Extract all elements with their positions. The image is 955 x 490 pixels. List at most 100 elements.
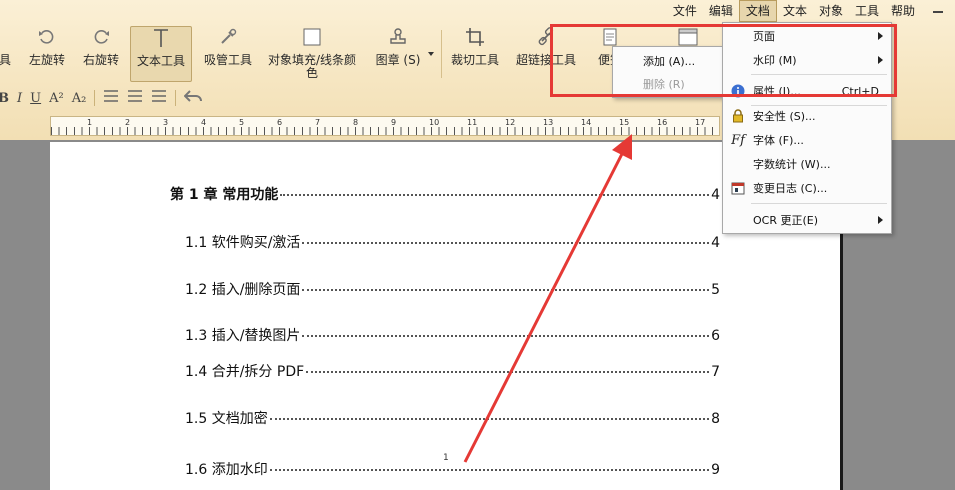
italic-button[interactable]: I: [17, 91, 22, 106]
ruler-number: 13: [543, 118, 554, 127]
menu-separator: [751, 74, 887, 75]
stamp-dropdown-arrow[interactable]: [426, 26, 436, 82]
tool-hand[interactable]: 具: [0, 26, 14, 82]
info-icon: [730, 83, 746, 99]
toc-entry[interactable]: 1.6 添加水印 9: [185, 459, 720, 479]
subscript-button[interactable]: A₂: [72, 91, 87, 106]
toc-title: 1.5 文档加密: [185, 411, 268, 427]
tool-label: 左旋转: [28, 53, 65, 67]
toc-title: 1.1 软件购买/激活: [185, 235, 301, 251]
menu-item-label: 字数统计 (W)...: [753, 158, 831, 171]
note-icon: [599, 26, 621, 48]
menu-file[interactable]: 文件: [667, 1, 703, 21]
menu-item-ocr-correction[interactable]: OCR 更正(E): [723, 209, 891, 231]
tool-label: 文本工具: [136, 54, 185, 68]
lock-icon: [730, 108, 746, 124]
superscript-button[interactable]: A²: [49, 91, 64, 106]
menu-item-label: 水印 (M): [753, 54, 797, 67]
tool-label: 对象填充/线条颜 色: [267, 53, 357, 80]
tool-fill-color[interactable]: 对象填充/线条颜 色: [264, 26, 360, 82]
page-marker: 1: [443, 453, 449, 463]
ruler-number: 14: [581, 118, 592, 127]
toc-page-number: 5: [711, 282, 720, 298]
menu-item-change-log[interactable]: 变更日志 (C)...: [723, 177, 891, 199]
tool-rotate-right[interactable]: 右旋转: [78, 26, 124, 82]
align-center-icon[interactable]: [127, 89, 143, 107]
toc-page-number: 9: [711, 462, 720, 478]
menu-document[interactable]: 文档: [738, 0, 777, 22]
menu-item-pages[interactable]: 页面: [723, 25, 891, 47]
toc-leader: [269, 418, 710, 420]
ruler-number: 15: [619, 118, 630, 127]
menu-bar: 文件 编辑 文档 文本 对象 工具 帮助: [667, 0, 955, 22]
undo-icon[interactable]: [183, 88, 203, 108]
crop-icon: [464, 26, 486, 48]
format-separator: [94, 90, 96, 106]
ruler-ticks: [51, 127, 719, 135]
toolbar-separator: [441, 30, 442, 78]
toc-entry[interactable]: 1.4 合并/拆分 PDF 7: [185, 361, 720, 381]
menu-item-properties[interactable]: 属性 (I)... Ctrl+D: [723, 80, 891, 102]
tool-hyperlink[interactable]: 超链接工具: [512, 26, 580, 82]
document-menu: 页面 水印 (M) 属性 (I)... Ctrl+D 安全性 (S)... Ff…: [722, 22, 892, 234]
toc-entry[interactable]: 1.5 文档加密 8: [185, 408, 720, 428]
menu-help[interactable]: 帮助: [885, 1, 921, 21]
toc-entry[interactable]: 1.2 插入/删除页面 5: [185, 279, 720, 299]
rotate-left-icon: [36, 26, 58, 48]
hand-icon: [0, 26, 16, 48]
menu-text[interactable]: 文本: [777, 1, 813, 21]
ruler-number: 3: [163, 118, 169, 127]
tool-rotate-left[interactable]: 左旋转: [24, 26, 70, 82]
toc-leader: [302, 242, 710, 244]
menu-item-security[interactable]: 安全性 (S)...: [723, 105, 891, 127]
toc-entry[interactable]: 1.3 插入/替换图片 6: [185, 325, 720, 345]
ruler-number: 16: [657, 118, 668, 127]
toc-title: 1.6 添加水印: [185, 462, 268, 478]
tool-label: 图章 (S): [375, 53, 421, 67]
tool-stamp[interactable]: 图章 (S): [370, 26, 426, 82]
menu-item-label: 字体 (F)...: [753, 134, 804, 147]
menu-item-fonts[interactable]: Ff 字体 (F)...: [723, 129, 891, 151]
tool-label: 具: [0, 53, 11, 67]
menu-shortcut: Ctrl+D: [841, 84, 879, 98]
menu-item-add-watermark[interactable]: 添加 (A)...: [613, 50, 723, 72]
fill-color-icon: [301, 26, 323, 48]
toc-entry-chapter[interactable]: 第 1 章 常用功能 4: [170, 184, 720, 204]
toc-entry[interactable]: 1.1 软件购买/激活 4: [185, 232, 720, 252]
link-icon: [535, 26, 557, 48]
watermark-submenu: 添加 (A)... 删除 (R): [612, 46, 724, 98]
bold-button[interactable]: B: [0, 91, 9, 106]
menu-object[interactable]: 对象: [813, 1, 849, 21]
submenu-arrow-icon: [878, 216, 883, 224]
tool-label: 右旋转: [82, 53, 119, 67]
toc-leader: [280, 194, 710, 196]
tool-text[interactable]: 文本工具: [130, 26, 192, 82]
underline-button[interactable]: U: [30, 91, 41, 106]
text-tool-icon: [150, 27, 172, 49]
align-left-icon[interactable]: [103, 89, 119, 107]
submenu-arrow-icon: [878, 56, 883, 64]
menu-item-watermark[interactable]: 水印 (M): [723, 49, 891, 71]
toc-page-number: 6: [711, 328, 720, 344]
toc-page-number: 4: [711, 187, 720, 203]
toc-page-number: 4: [711, 235, 720, 251]
toc-leader: [302, 335, 710, 337]
horizontal-ruler: 1 2 3 4 5 6 7 8 9 10 11 12 13 14 15 16 17: [50, 116, 720, 136]
minimize-button[interactable]: [927, 3, 949, 19]
menu-item-label: 变更日志 (C)...: [753, 182, 828, 195]
chevron-down-icon: [428, 52, 434, 56]
stamp-icon: [387, 26, 409, 48]
menu-edit[interactable]: 编辑: [703, 1, 739, 21]
tool-crop[interactable]: 裁切工具: [448, 26, 502, 82]
tool-label: 吸管工具: [203, 53, 252, 67]
menu-item-label: 删除 (R): [643, 78, 685, 91]
menu-item-word-count[interactable]: 字数统计 (W)...: [723, 153, 891, 175]
menu-tools[interactable]: 工具: [849, 1, 885, 21]
menu-separator: [751, 203, 887, 204]
tool-eyedropper[interactable]: 吸管工具: [200, 26, 256, 82]
toc-page-number: 7: [711, 364, 720, 380]
ruler-number: 11: [467, 118, 478, 127]
toc-title: 第 1 章 常用功能: [170, 187, 279, 203]
align-right-icon[interactable]: [151, 89, 167, 107]
toc-title: 1.4 合并/拆分 PDF: [185, 364, 305, 380]
